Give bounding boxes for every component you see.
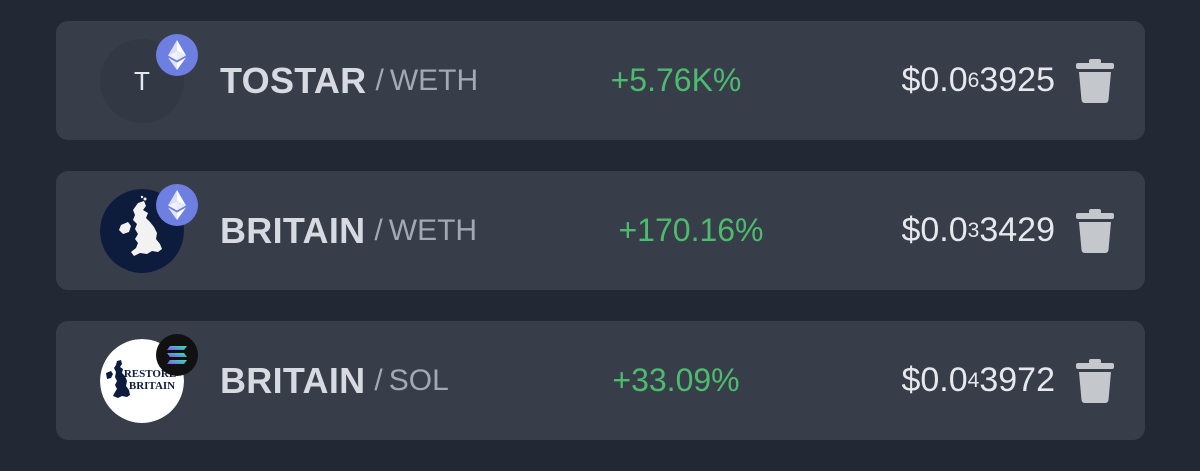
price-digits: 3925 [979,61,1055,99]
solana-icon [156,334,198,376]
pair-separator: / [374,213,383,247]
trading-pair: BRITAIN / SOL [220,321,449,440]
base-token: TOSTAR [220,59,367,101]
price-change: +5.76K% [610,62,742,98]
quote-token: WETH [388,213,478,247]
price-prefix: $0.0 [901,211,968,249]
logo-text: BRITAIN [129,380,175,392]
trading-pair: TOSTAR / WETH [220,21,478,140]
ethereum-icon [156,34,198,76]
price-change: +33.09% [612,362,740,398]
price-prefix: $0.0 [901,61,968,99]
price-prefix: $0.0 [901,361,968,399]
price-digits: 3972 [979,361,1055,399]
trash-icon[interactable] [1075,359,1115,403]
ethereum-icon [156,184,198,226]
trash-icon[interactable] [1075,209,1115,253]
pair-separator: / [375,63,384,97]
quote-token: SOL [388,363,449,397]
token-price: $0.0 4 3972 [901,361,1055,399]
base-token: BRITAIN [220,359,366,401]
quote-token: WETH [389,63,479,97]
token-price: $0.0 3 3429 [901,211,1055,249]
watchlist: T TOSTAR / WETH +5.76K% $0.0 6 3925 BRIT… [56,21,1145,471]
price-digits: 3429 [979,211,1055,249]
trash-icon[interactable] [1075,59,1115,103]
watchlist-row[interactable]: RESTORE BRITAIN BRITAIN / SOL +33.09% $0… [56,321,1145,440]
watchlist-row[interactable]: T TOSTAR / WETH +5.76K% $0.0 6 3925 [56,21,1145,140]
watchlist-row[interactable]: BRITAIN / WETH +170.16% $0.0 3 3429 [56,171,1145,290]
price-change: +170.16% [618,212,764,248]
trading-pair: BRITAIN / WETH [220,171,477,290]
pair-separator: / [374,363,383,397]
base-token: BRITAIN [220,209,366,251]
token-price: $0.0 6 3925 [901,61,1055,99]
